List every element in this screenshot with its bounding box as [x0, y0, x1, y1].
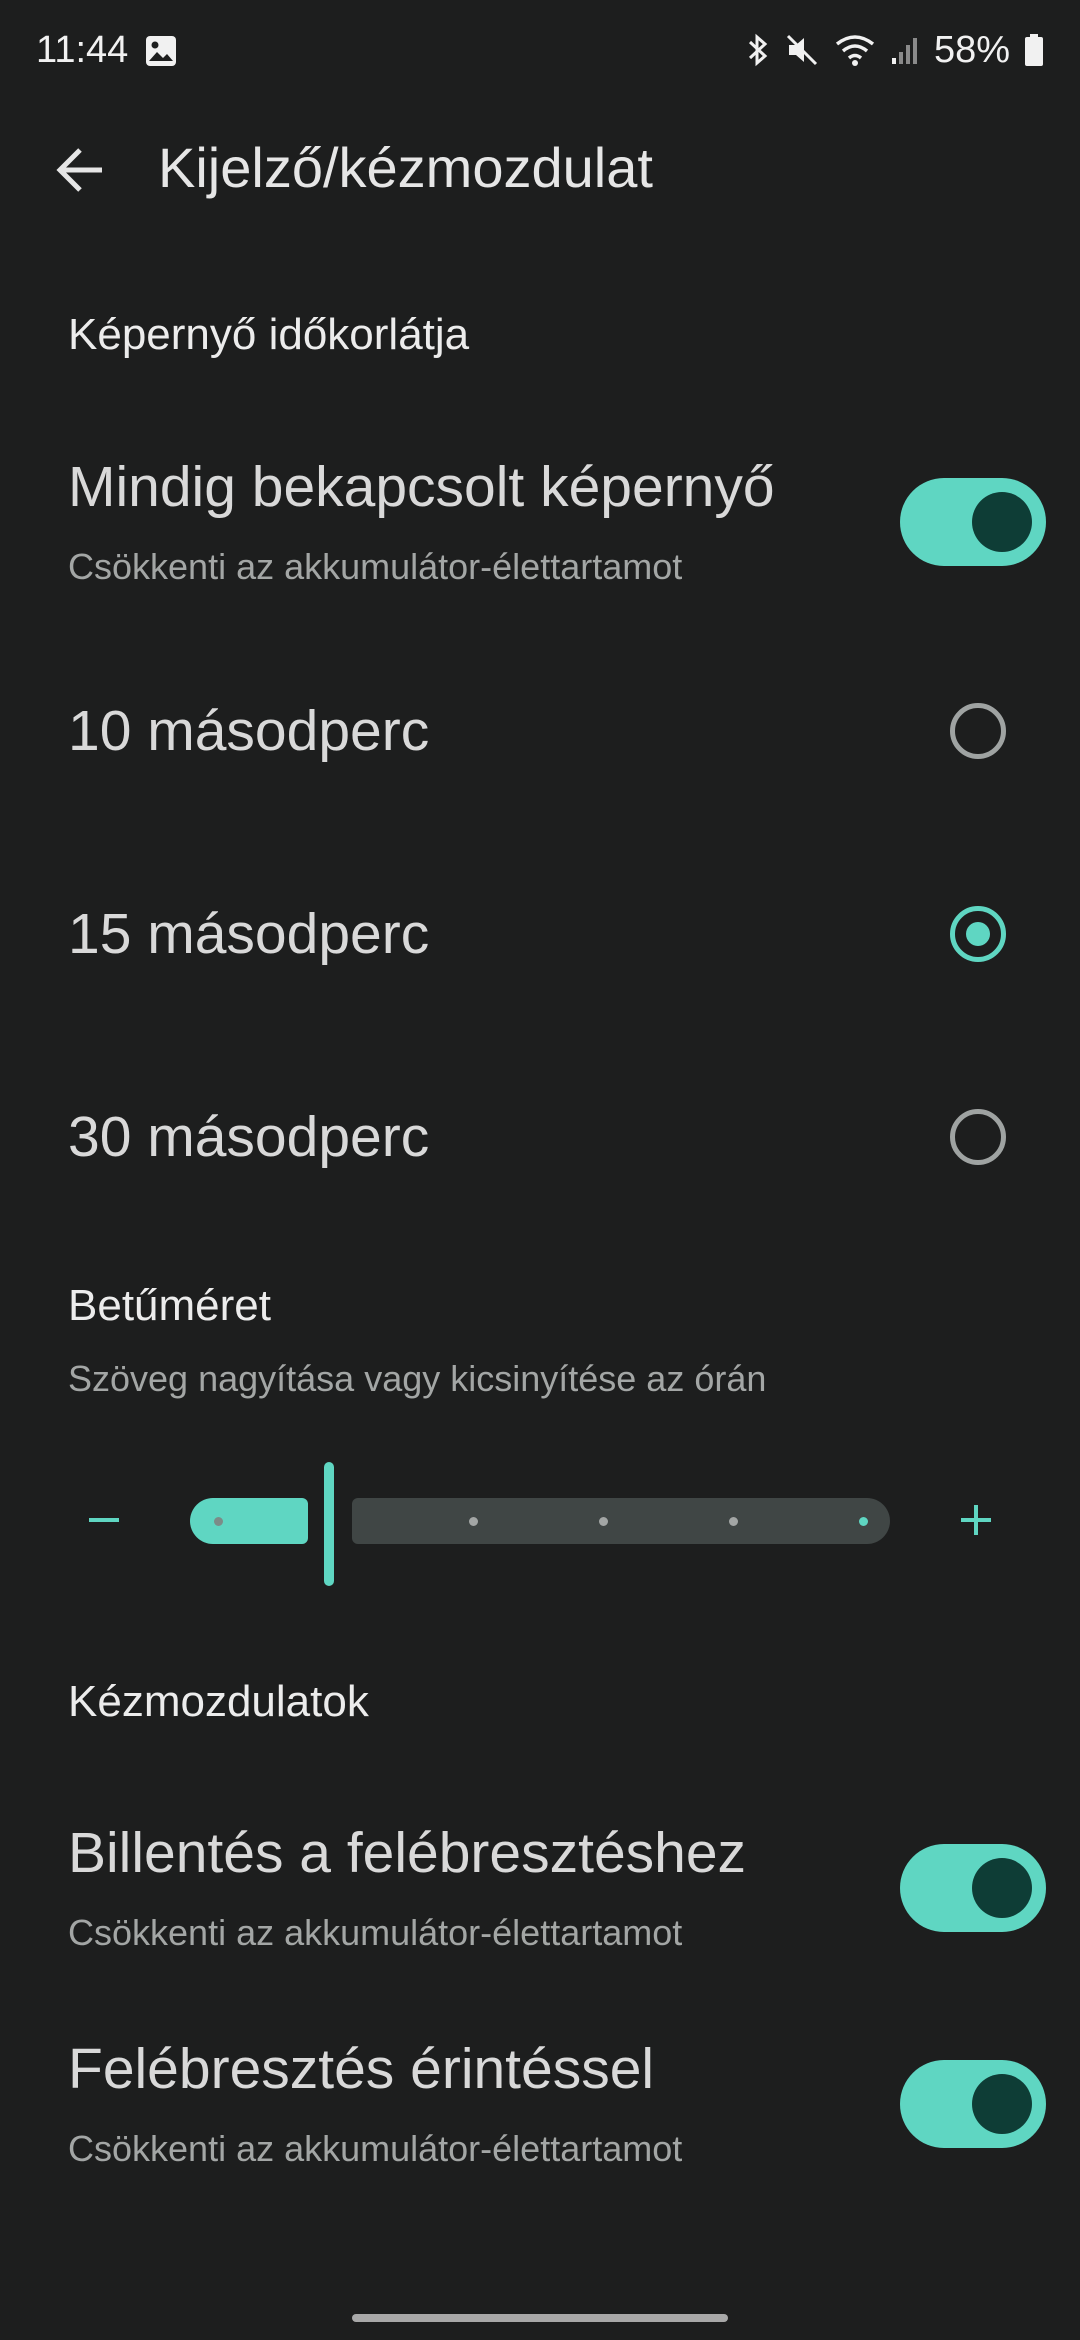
tap-to-wake-subtitle: Csökkenti az akkumulátor-élettartamot [68, 2128, 683, 2169]
toggle-knob [972, 2074, 1032, 2134]
toggle-knob [972, 1858, 1032, 1918]
slider-inactive-track [352, 1498, 890, 1544]
page-title: Kijelző/kézmozdulat [158, 136, 653, 199]
gesture-nav-handle[interactable] [352, 2314, 728, 2322]
image-icon [144, 34, 178, 68]
plus-icon [961, 1505, 991, 1535]
slider-tick [729, 1517, 738, 1526]
toggle-knob [972, 492, 1032, 552]
tilt-to-wake-toggle[interactable] [900, 1844, 1046, 1932]
slider-thumb[interactable] [324, 1462, 334, 1586]
decrease-font-button[interactable] [74, 1490, 134, 1550]
timeout-option-30[interactable]: 30 másodperc [68, 1100, 429, 1174]
radio-30-sec[interactable] [950, 1109, 1006, 1165]
slider-tick [599, 1517, 608, 1526]
mute-icon [784, 32, 820, 68]
section-title-screen-timeout: Képernyő időkorlátja [68, 310, 470, 359]
slider-tick [214, 1517, 223, 1526]
battery-percent: 58% [933, 29, 1010, 71]
always-on-subtitle: Csökkenti az akkumulátor-élettartamot [68, 546, 683, 587]
status-icons: 58% [746, 24, 1044, 76]
timeout-option-15[interactable]: 15 másodperc [68, 897, 429, 971]
font-size-slider[interactable] [190, 1462, 890, 1586]
section-title-gestures: Kézmozdulatok [68, 1677, 369, 1726]
minus-icon [89, 1518, 119, 1522]
increase-font-button[interactable] [946, 1490, 1006, 1550]
font-size-subtitle: Szöveg nagyítása vagy kicsinyítése az ór… [68, 1358, 767, 1399]
wifi-icon [834, 32, 876, 68]
always-on-title[interactable]: Mindig bekapcsolt képernyő [68, 450, 775, 524]
tilt-to-wake-subtitle: Csökkenti az akkumulátor-élettartamot [68, 1912, 683, 1953]
back-button[interactable] [40, 130, 120, 210]
radio-10-sec[interactable] [950, 703, 1006, 759]
radio-15-sec[interactable] [950, 906, 1006, 962]
battery-icon [1024, 32, 1044, 68]
always-on-toggle[interactable] [900, 478, 1046, 566]
tap-to-wake-title[interactable]: Felébresztés érintéssel [68, 2032, 654, 2106]
slider-active-track [190, 1498, 308, 1544]
tilt-to-wake-title[interactable]: Billentés a felébresztéshez [68, 1816, 746, 1890]
slider-tick [859, 1517, 868, 1526]
slider-tick [469, 1517, 478, 1526]
bluetooth-icon [746, 32, 770, 68]
timeout-option-10[interactable]: 10 másodperc [68, 694, 429, 768]
status-time: 11:44 [36, 29, 129, 71]
radio-selected-dot [966, 922, 990, 946]
font-size-title: Betűméret [68, 1281, 271, 1330]
arrow-back-icon [56, 148, 102, 192]
tap-to-wake-toggle[interactable] [900, 2060, 1046, 2148]
signal-icon [890, 32, 920, 68]
